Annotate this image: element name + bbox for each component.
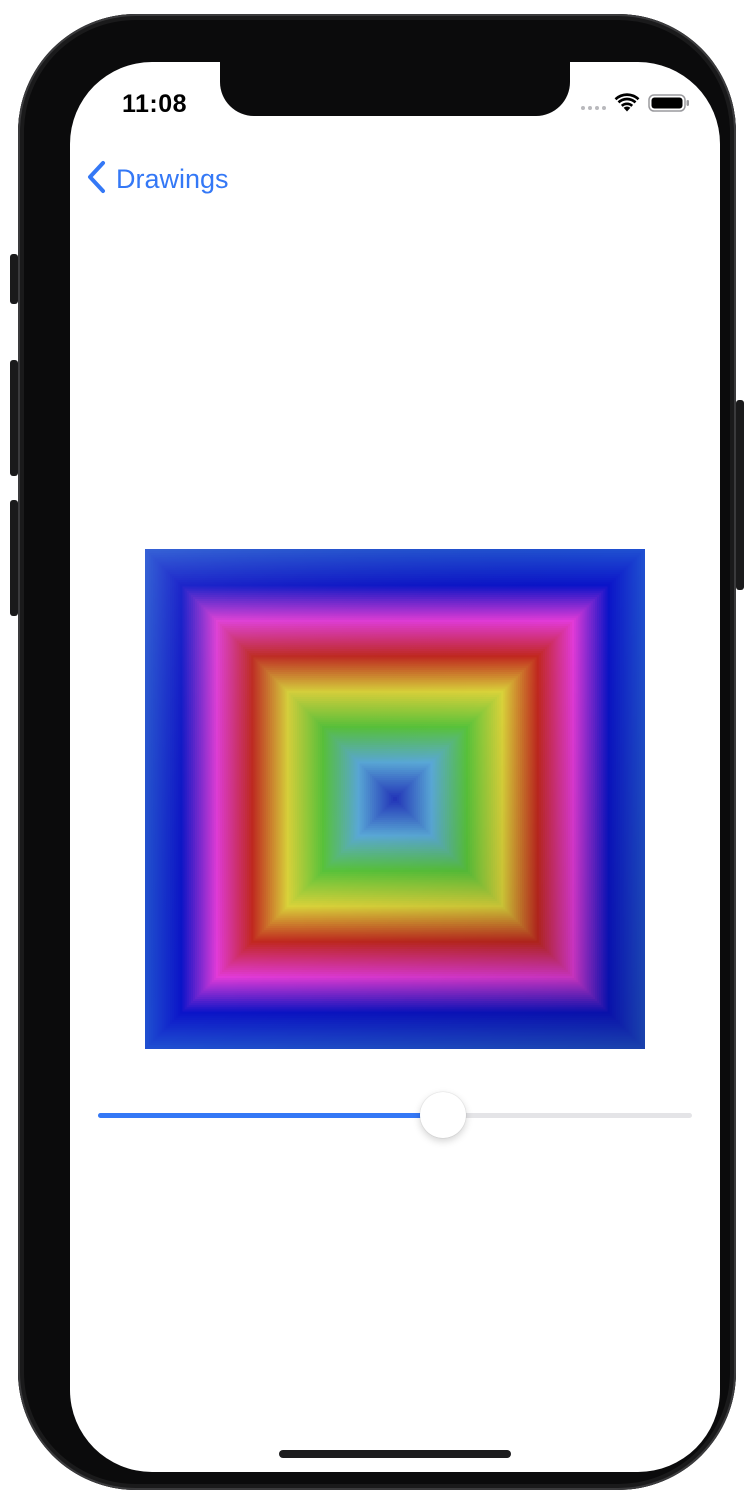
wifi-icon: [614, 92, 640, 118]
mute-switch: [10, 254, 18, 304]
drawing-slider[interactable]: [98, 1092, 692, 1138]
status-time: 11:08: [122, 90, 188, 118]
phone-screen: 11:08 Drawings: [70, 62, 720, 1472]
bevel-shading: [145, 549, 645, 1049]
chevron-left-icon: [86, 160, 108, 199]
volume-down-button: [10, 500, 18, 616]
notch: [220, 62, 570, 116]
power-button: [736, 400, 744, 590]
volume-up-button: [10, 360, 18, 476]
back-button-label: Drawings: [116, 163, 229, 194]
phone-frame: 11:08 Drawings: [10, 14, 744, 1490]
battery-icon: [648, 93, 690, 118]
home-indicator[interactable]: [279, 1450, 511, 1458]
slider-fill: [98, 1113, 443, 1118]
drawing-canvas: [145, 549, 645, 1049]
status-icons: [581, 92, 690, 118]
gradient-square-drawing: [145, 549, 645, 1049]
back-button[interactable]: Drawings: [86, 159, 229, 199]
cellular-signal-icon: [581, 100, 606, 110]
slider-thumb[interactable]: [420, 1092, 466, 1138]
